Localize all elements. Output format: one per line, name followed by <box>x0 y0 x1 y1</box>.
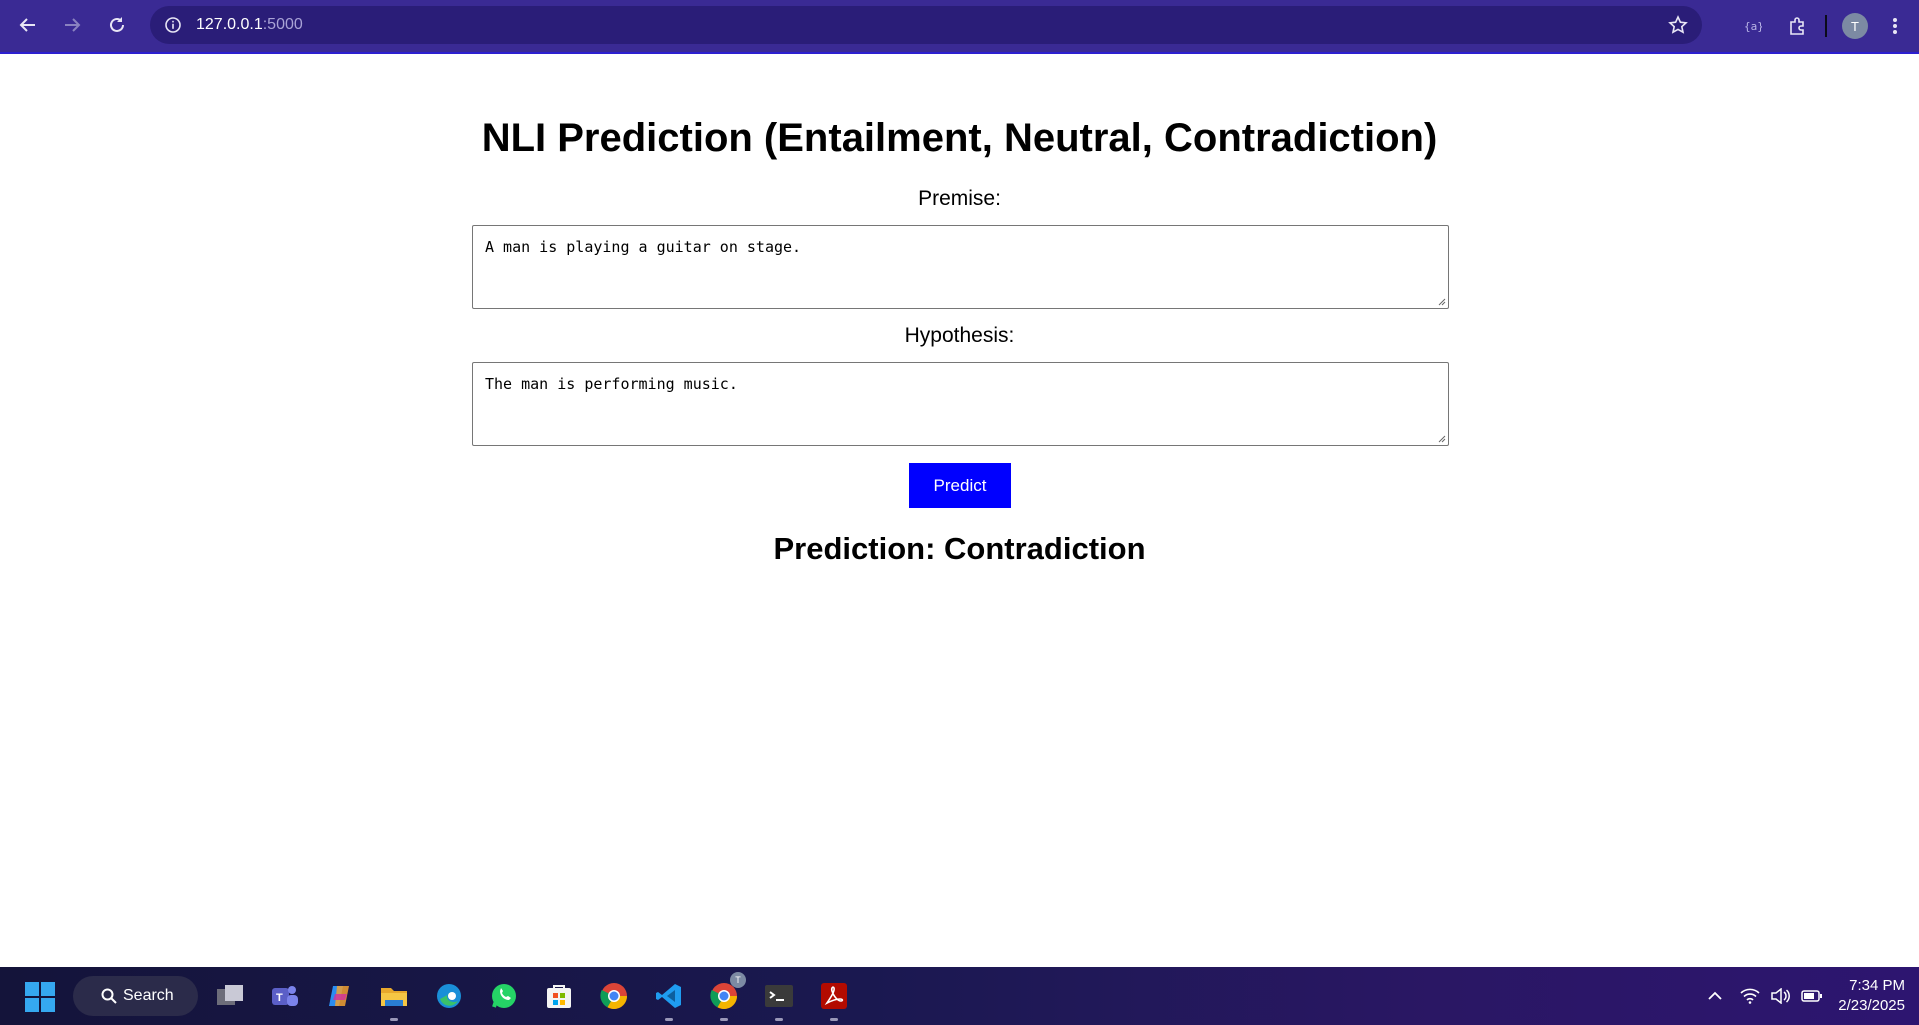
start-button[interactable] <box>25 982 55 1012</box>
speaker-icon <box>1771 988 1790 1004</box>
clock-date: 2/23/2025 <box>1838 997 1905 1014</box>
browser-toolbar: 127.0.0.1:5000 {a} T <box>0 0 1919 54</box>
clock[interactable]: 7:34 PM 2/23/2025 <box>1829 976 1919 1016</box>
windows-logo-icon <box>41 982 55 996</box>
chrome-app[interactable] <box>596 978 632 1014</box>
premise-text: A man is playing a guitar on stage. <box>485 238 802 256</box>
terminal-app[interactable] <box>761 978 797 1021</box>
copilot-app[interactable] <box>322 978 358 1014</box>
battery-icon <box>1801 990 1822 1002</box>
chrome-profile-app[interactable]: T <box>706 972 746 1021</box>
edge-app[interactable] <box>431 978 467 1014</box>
vscode-app[interactable] <box>651 978 687 1021</box>
url-host: 127.0.0.1 <box>196 16 263 33</box>
svg-text:T: T <box>276 992 283 1004</box>
bookmark-star-icon[interactable] <box>1668 15 1688 35</box>
extensions-button[interactable] <box>1777 6 1817 46</box>
battery-button[interactable] <box>1795 976 1829 1016</box>
premise-textarea[interactable]: A man is playing a guitar on stage. <box>472 225 1449 309</box>
teams-icon: T <box>272 986 298 1006</box>
windows-logo-icon <box>25 998 39 1012</box>
folder-icon <box>381 988 407 1006</box>
show-hidden-icons-button[interactable] <box>1695 976 1735 1016</box>
profile-button[interactable]: T <box>1835 6 1875 46</box>
reload-icon <box>110 17 124 32</box>
taskbar: Search T T 7:34 PM 2/23/2025 <box>0 967 1919 1025</box>
volume-button[interactable] <box>1765 976 1795 1016</box>
whatsapp-icon <box>492 984 516 1008</box>
store-icon <box>547 985 571 1008</box>
address-bar[interactable]: 127.0.0.1:5000 <box>150 6 1702 44</box>
running-indicator <box>775 1018 783 1021</box>
acrobat-app[interactable] <box>816 978 852 1021</box>
page-title: NLI Prediction (Entailment, Neutral, Con… <box>481 116 1438 160</box>
resize-grip-icon[interactable] <box>1436 296 1446 306</box>
chevron-up-icon <box>1708 991 1722 1000</box>
network-button[interactable] <box>1735 976 1765 1016</box>
hypothesis-textarea[interactable]: The man is performing music. <box>472 362 1449 446</box>
prediction-result: Prediction: Contradiction <box>773 531 1146 566</box>
task-view-app[interactable] <box>212 978 248 1014</box>
task-view-icon <box>217 985 243 1005</box>
hypothesis-text: The man is performing music. <box>485 375 738 393</box>
hypothesis-label: Hypothesis: <box>904 324 1015 347</box>
predict-button[interactable]: Predict <box>909 463 1011 508</box>
running-indicator <box>830 1018 838 1021</box>
running-indicator <box>720 1018 728 1021</box>
toolbar-separator <box>1825 15 1827 37</box>
resize-grip-icon[interactable] <box>1436 433 1446 443</box>
chrome-icon <box>600 983 628 1010</box>
running-indicator <box>665 1018 673 1021</box>
vscode-icon <box>656 984 681 1008</box>
windows-logo-icon <box>25 982 39 996</box>
edge-icon <box>437 984 461 1008</box>
clock-time: 7:34 PM <box>1849 977 1905 994</box>
premise-label: Premise: <box>918 187 1001 210</box>
windows-logo-icon <box>41 998 55 1012</box>
site-info-icon[interactable] <box>164 16 182 34</box>
system-tray: 7:34 PM 2/23/2025 <box>1695 967 1919 1025</box>
terminal-icon <box>765 985 793 1007</box>
microsoft-store-app[interactable] <box>541 978 577 1014</box>
page-content: NLI Prediction (Entailment, Neutral, Con… <box>0 54 1919 967</box>
file-explorer-app[interactable] <box>376 978 412 1021</box>
whatsapp-app[interactable] <box>486 978 522 1014</box>
taskbar-search[interactable]: Search <box>73 976 198 1016</box>
menu-button[interactable] <box>1875 6 1915 46</box>
reload-button[interactable] <box>97 5 137 45</box>
back-button[interactable] <box>8 5 48 45</box>
profile-badge: T <box>730 972 746 988</box>
avatar: T <box>1842 13 1868 39</box>
url-port: :5000 <box>262 16 303 33</box>
teams-app[interactable]: T <box>267 978 303 1014</box>
search-icon <box>101 988 117 1004</box>
arrow-left-icon <box>19 18 35 32</box>
arrow-right-icon <box>65 18 81 32</box>
wifi-icon <box>1740 988 1760 1004</box>
forward-button[interactable] <box>52 5 92 45</box>
braces-icon: {a} <box>1744 20 1762 33</box>
puzzle-icon <box>1790 17 1804 35</box>
extension-devtools-button[interactable]: {a} <box>1733 6 1773 46</box>
running-indicator <box>390 1018 398 1021</box>
acrobat-icon <box>821 983 847 1009</box>
search-label: Search <box>123 987 174 1004</box>
svg-text:{a}: {a} <box>1744 20 1762 33</box>
copilot-icon <box>329 986 349 1006</box>
toolbar-actions: {a} T <box>1733 0 1919 52</box>
more-vertical-icon <box>1893 18 1897 34</box>
